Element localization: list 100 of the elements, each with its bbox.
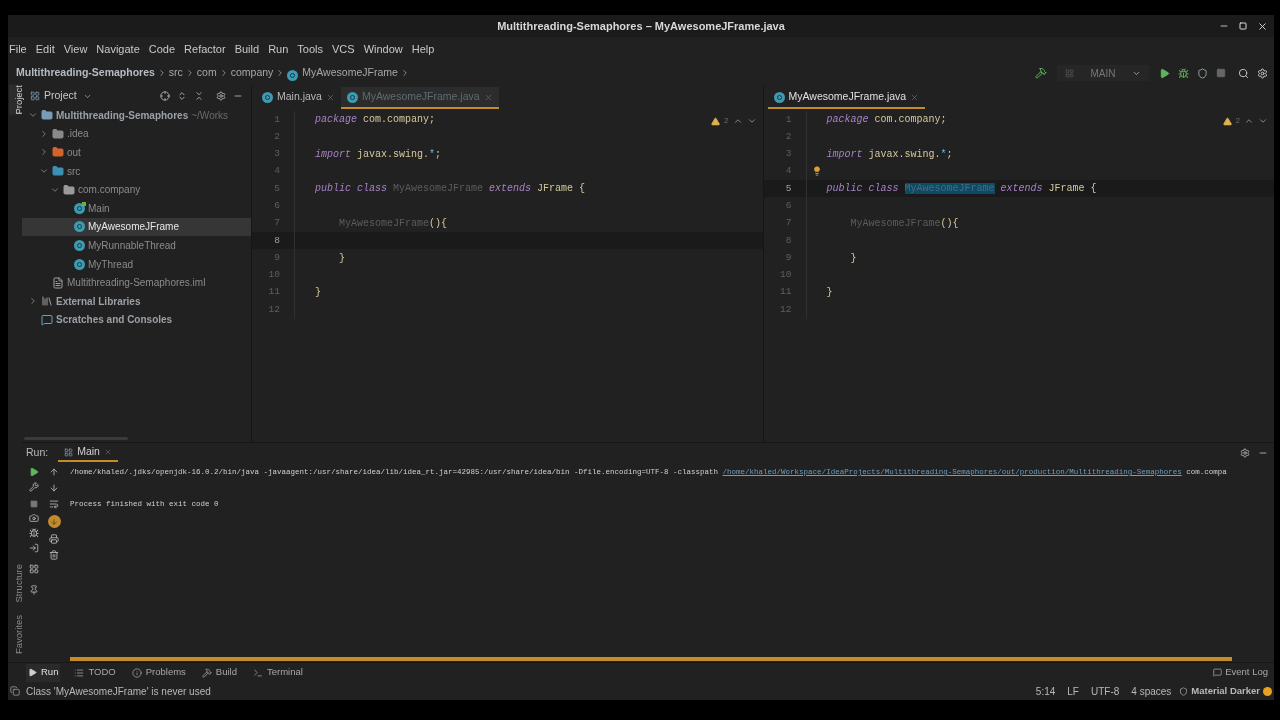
status-item[interactable]: 5:14 — [1035, 683, 1056, 699]
menu-item[interactable]: File — [9, 40, 27, 58]
stop-icon[interactable] — [30, 500, 38, 508]
tree-item[interactable]: MyAwesomeJFrame — [22, 217, 251, 237]
menu-item[interactable]: Run — [268, 40, 289, 58]
maximize-icon[interactable] — [1239, 22, 1247, 30]
folder-icon — [52, 165, 64, 178]
line-number: 8 — [273, 233, 280, 248]
tree-item[interactable]: Multithreading-Semaphores ~/Works — [22, 106, 251, 125]
down-arrow-icon[interactable] — [49, 483, 59, 493]
tree-item[interactable]: Multithreading-Semaphores.iml — [22, 273, 251, 292]
class-icon — [74, 221, 85, 233]
tree-item[interactable]: Scratches and Consoles — [22, 310, 251, 330]
print-icon[interactable] — [49, 534, 59, 544]
previous-highlight-icon[interactable] — [732, 116, 743, 126]
menu-item[interactable]: Navigate — [96, 40, 140, 58]
next-highlight-icon[interactable] — [1258, 116, 1268, 126]
tool-window-tab[interactable]: Run — [26, 663, 61, 682]
tree-item[interactable]: com.company — [22, 180, 251, 199]
rerun-icon[interactable] — [29, 467, 39, 477]
menu-item[interactable]: View — [63, 40, 88, 58]
package-icon — [63, 183, 75, 196]
scratches-icon — [41, 313, 53, 326]
pin-icon[interactable] — [29, 585, 39, 595]
terminal-icon — [252, 667, 263, 678]
tool-window-tab[interactable]: Build — [199, 663, 239, 682]
trash-icon[interactable] — [49, 550, 59, 560]
code-line: } — [826, 286, 833, 301]
exit-icon[interactable] — [29, 543, 39, 553]
settings-icon[interactable] — [1257, 67, 1268, 79]
tree-label: out — [67, 146, 81, 160]
status-item[interactable]: LF — [1067, 683, 1079, 699]
panel-toggle-icon[interactable] — [10, 686, 20, 696]
theme-indicator[interactable]: Material Darker — [1179, 683, 1272, 699]
console-tab[interactable]: Main — [58, 444, 118, 462]
tool-window-tab[interactable]: Problems — [129, 663, 188, 682]
wrench-icon[interactable] — [29, 482, 39, 492]
hammer-icon — [201, 667, 212, 678]
breadcrumb-item[interactable]: Multithreading-Semaphores — [16, 65, 155, 81]
tree-label: Scratches and Consoles — [56, 313, 173, 328]
code-line: } — [849, 251, 857, 266]
menu-item[interactable]: Tools — [297, 40, 323, 58]
locate-icon[interactable] — [160, 91, 170, 101]
editor-tab[interactable]: Main.java — [256, 87, 341, 109]
debug-icon[interactable] — [29, 528, 39, 538]
soft-wrap-icon[interactable] — [49, 499, 59, 509]
stop-icon[interactable] — [1216, 68, 1226, 78]
search-icon[interactable] — [1238, 67, 1249, 79]
debug-icon[interactable] — [1178, 67, 1189, 79]
up-arrow-icon[interactable] — [49, 467, 59, 477]
menu-item[interactable]: Code — [148, 40, 176, 58]
tab-label: MyAwesomeJFrame.java — [788, 89, 907, 105]
line-number: 5 — [784, 181, 792, 196]
tree-label: Multithreading-Semaphores — [56, 108, 189, 123]
lightbulb-icon[interactable] — [811, 165, 822, 176]
tab-label: Main.java — [277, 89, 322, 105]
settings-icon[interactable] — [216, 91, 226, 101]
collapse-all-icon[interactable] — [194, 91, 204, 101]
scroll-to-end-toggle[interactable] — [47, 515, 61, 528]
code-line: public class MyAwesomeJFrame extends JFrame { — [315, 182, 586, 197]
tree-item[interactable]: out — [22, 143, 251, 162]
event-log-tab[interactable]: Event Log — [1213, 665, 1268, 680]
run-icon[interactable] — [1159, 67, 1170, 79]
breadcrumb-item[interactable]: MyAwesomeJFrame — [302, 65, 398, 81]
expand-all-icon[interactable] — [177, 91, 187, 101]
close-icon[interactable] — [1257, 20, 1268, 32]
menu-item[interactable]: Window — [363, 40, 403, 58]
tool-window-tab[interactable]: TODO — [72, 663, 118, 682]
status-item[interactable]: UTF-8 — [1090, 683, 1120, 699]
tree-item[interactable]: Main — [22, 198, 251, 218]
camera-icon[interactable] — [29, 513, 39, 523]
tool-window-tab[interactable]: Terminal — [250, 663, 305, 682]
menu-item[interactable]: Edit — [35, 40, 55, 58]
tool-window-tab[interactable]: Favorites — [9, 614, 21, 654]
menu-item[interactable]: Build — [234, 40, 260, 58]
tree-item[interactable]: MyRunnableThread — [22, 236, 251, 255]
menu-item[interactable]: Refactor — [184, 40, 226, 58]
build-icon[interactable] — [1035, 67, 1047, 79]
tree-item[interactable]: src — [22, 161, 251, 181]
tree-item[interactable]: External Libraries — [22, 291, 251, 311]
tree-label: Multithreading-Semaphores.iml — [67, 276, 206, 291]
menu-item[interactable]: VCS — [332, 40, 355, 58]
tool-window-tab[interactable]: Structure — [9, 564, 21, 603]
layout-icon[interactable] — [29, 564, 39, 574]
status-item[interactable]: 4 spaces — [1131, 683, 1172, 699]
next-highlight-icon[interactable] — [746, 116, 757, 126]
previous-highlight-icon[interactable] — [1244, 116, 1254, 126]
code-line: } — [338, 251, 345, 266]
breadcrumb-item[interactable]: com — [196, 65, 217, 81]
settings-icon[interactable] — [1240, 448, 1250, 458]
tree-path: ~/Works — [191, 108, 229, 123]
libraries-icon — [41, 295, 53, 308]
line-number: 12 — [267, 302, 280, 317]
editor-tab[interactable]: MyAwesomeJFrame.java — [767, 87, 926, 109]
breadcrumb-item[interactable]: src — [168, 65, 183, 81]
line-number: 10 — [779, 268, 792, 283]
menu-item[interactable]: Help — [411, 40, 435, 58]
tree-item[interactable]: .idea — [22, 124, 251, 144]
breadcrumb-item[interactable]: company — [230, 65, 274, 81]
tree-item[interactable]: MyThread — [22, 254, 251, 274]
